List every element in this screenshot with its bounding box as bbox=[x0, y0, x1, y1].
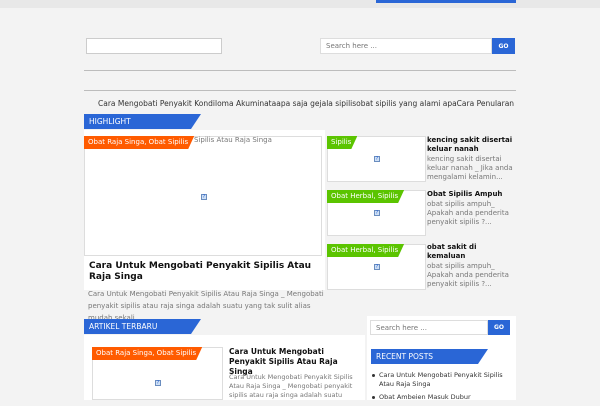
header-search: GO bbox=[320, 38, 515, 54]
top-accent-line bbox=[376, 0, 516, 3]
sidebar-search-input[interactable] bbox=[370, 320, 488, 335]
highlight-main-excerpt: Cara Untuk Mengobati Penyakit Sipilis At… bbox=[88, 290, 324, 320]
side-post: Obat Sipilis Ampuh obat sipilis ampuh_ A… bbox=[427, 190, 517, 228]
latest-title: ARTIKEL TERBARU bbox=[84, 319, 201, 334]
broken-image-icon: ? bbox=[374, 210, 380, 216]
divider bbox=[84, 70, 516, 71]
category-label[interactable]: Obat Raja Singa, Obat Sipilis bbox=[84, 136, 194, 149]
broken-image-icon: ? bbox=[155, 380, 161, 386]
recent-posts-list: Cara Untuk Mengobati Penyakit Sipilis At… bbox=[371, 371, 511, 406]
header: GO bbox=[84, 8, 516, 88]
broken-image-icon: ? bbox=[374, 156, 380, 162]
side-post-title[interactable]: kencing sakit disertai keluar nanah bbox=[427, 136, 517, 154]
logo-box[interactable] bbox=[86, 38, 222, 54]
divider bbox=[84, 90, 516, 91]
recent-post-link[interactable]: Cara Untuk Mengobati Penyakit Sipilis At… bbox=[371, 371, 511, 389]
side-post-excerpt: kencing sakit disertai keluar nanah _ Ji… bbox=[427, 155, 513, 181]
category-label[interactable]: Obat Herbal, Sipilis bbox=[327, 244, 404, 257]
highlight-main: ? Sipilis Atau Raja Singa Obat Raja Sing… bbox=[84, 130, 325, 290]
highlight-main-title[interactable]: Cara Untuk Mengobati Penyakit Sipilis At… bbox=[89, 261, 319, 283]
recent-post-link[interactable]: Obat Ambeien Masuk Dubur bbox=[371, 393, 511, 402]
side-post-excerpt: obat sipilis ampuh_ Apakah anda penderit… bbox=[427, 262, 509, 288]
side-post: obat sakit di kemaluan obat sipilis ampu… bbox=[427, 243, 517, 290]
nav-item[interactable]: apa saja gejala sipilis bbox=[276, 99, 356, 108]
sidebar-search: GO bbox=[370, 320, 510, 335]
nav-item[interactable]: obat sipilis yang alami apa bbox=[356, 99, 457, 108]
broken-image-icon: ? bbox=[201, 194, 207, 200]
header-search-button[interactable]: GO bbox=[492, 38, 515, 54]
latest-post-excerpt: Cara Untuk Mengobati Penyakit Sipilis At… bbox=[229, 373, 353, 399]
category-label[interactable]: Obat Herbal, Sipilis bbox=[327, 190, 404, 203]
image-alt-text: Sipilis Atau Raja Singa bbox=[194, 136, 272, 144]
highlight-main-image[interactable]: ? bbox=[84, 136, 322, 256]
header-search-input[interactable] bbox=[320, 38, 492, 54]
side-post-title[interactable]: Obat Sipilis Ampuh bbox=[427, 190, 517, 199]
top-bar bbox=[0, 0, 600, 8]
broken-image-icon: ? bbox=[374, 264, 380, 270]
side-post: kencing sakit disertai keluar nanah kenc… bbox=[427, 136, 517, 183]
nav-item[interactable]: Cara Penularan bbox=[457, 99, 514, 108]
side-post-excerpt: obat sipilis ampuh_ Apakah anda penderit… bbox=[427, 200, 509, 226]
highlight-title: HIGHLIGHT bbox=[84, 114, 201, 129]
nav-item[interactable]: Cara Mengobati Penyakit Kondiloma Akumin… bbox=[98, 99, 276, 108]
recent-posts-title: RECENT POSTS bbox=[371, 349, 488, 364]
side-post-title[interactable]: obat sakit di kemaluan bbox=[427, 243, 517, 261]
category-label[interactable]: Obat Raja Singa, Obat Sipilis bbox=[92, 347, 202, 360]
main-nav: Cara Mengobati Penyakit Kondiloma Akumin… bbox=[84, 95, 516, 111]
sidebar-search-button[interactable]: GO bbox=[488, 320, 510, 335]
